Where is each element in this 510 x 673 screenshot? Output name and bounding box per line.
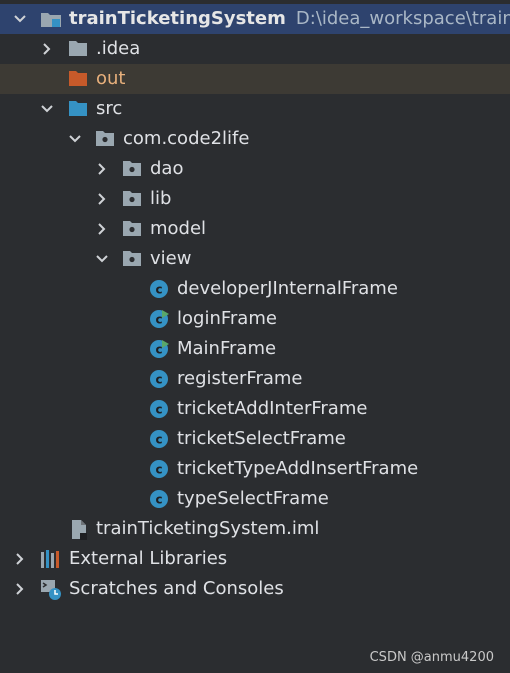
tree-row-dao[interactable]: dao xyxy=(0,154,510,184)
chevron-down-icon[interactable] xyxy=(67,124,83,154)
svg-text:c: c xyxy=(155,463,162,477)
chevron-right-icon[interactable] xyxy=(12,544,28,574)
tree-label-dao: dao xyxy=(150,158,184,179)
svg-text:c: c xyxy=(155,343,162,357)
tree-row-idea[interactable]: .idea xyxy=(0,34,510,64)
tree-row-class[interactable]: c typeSelectFrame xyxy=(0,484,510,514)
tree-row-class[interactable]: c tricketTypeAddInsertFrame xyxy=(0,454,510,484)
project-path: D:\idea_workspace\trainTick xyxy=(295,8,510,29)
tree-row-class[interactable]: c loginFrame xyxy=(0,304,510,334)
tree-row-out[interactable]: out xyxy=(0,64,510,94)
tree-row-package[interactable]: com.code2life xyxy=(0,124,510,154)
module-file-icon xyxy=(69,519,89,540)
chevron-right-icon[interactable] xyxy=(12,574,28,604)
class-icon: c xyxy=(149,489,169,509)
svg-text:c: c xyxy=(155,403,162,417)
tree-label-class: typeSelectFrame xyxy=(177,488,329,509)
watermark: CSDN @anmu4200 xyxy=(369,650,494,665)
svg-text:c: c xyxy=(155,433,162,447)
tree-row-class[interactable]: c developerJInternalFrame xyxy=(0,274,510,304)
tree-label-view: view xyxy=(150,248,192,269)
tree-row-scratches[interactable]: Scratches and Consoles xyxy=(0,574,510,604)
folder-icon xyxy=(68,39,88,59)
tree-label-class: registerFrame xyxy=(177,368,303,389)
tree-label-class: MainFrame xyxy=(177,338,277,359)
tree-row-class[interactable]: c MainFrame xyxy=(0,334,510,364)
source-folder-icon xyxy=(68,99,88,119)
project-folder-icon xyxy=(40,9,61,29)
svg-text:c: c xyxy=(155,313,162,327)
tree-row-view[interactable]: view xyxy=(0,244,510,274)
runnable-class-icon: c xyxy=(149,339,169,359)
tree-label-idea: .idea xyxy=(96,38,141,59)
chevron-down-icon[interactable] xyxy=(39,94,55,124)
class-icon: c xyxy=(149,369,169,389)
tree-row-iml[interactable]: trainTicketingSystem.iml xyxy=(0,514,510,544)
package-icon xyxy=(122,219,142,239)
runnable-class-icon: c xyxy=(149,309,169,329)
tree-label-lib: lib xyxy=(150,188,172,209)
tree-row-class[interactable]: c tricketAddInterFrame xyxy=(0,394,510,424)
tree-row-class[interactable]: c registerFrame xyxy=(0,364,510,394)
chevron-right-icon[interactable] xyxy=(94,184,110,214)
svg-text:c: c xyxy=(155,493,162,507)
chevron-down-icon[interactable] xyxy=(12,4,28,34)
excluded-folder-icon xyxy=(68,69,88,89)
tree-row-project-root[interactable]: trainTicketingSystem D:\idea_workspace\tr… xyxy=(0,4,510,34)
package-icon xyxy=(122,189,142,209)
tree-row-src[interactable]: src xyxy=(0,94,510,124)
tree-label-model: model xyxy=(150,218,207,239)
svg-text:c: c xyxy=(155,373,162,387)
tree-row-external-libraries[interactable]: External Libraries xyxy=(0,544,510,574)
tree-label-class: developerJInternalFrame xyxy=(177,278,398,299)
class-icon: c xyxy=(149,459,169,479)
tree-label-class: tricketSelectFrame xyxy=(177,428,346,449)
tree-label-external-libraries: External Libraries xyxy=(69,548,228,569)
package-icon xyxy=(122,249,142,269)
scratches-icon xyxy=(40,579,61,600)
class-icon: c xyxy=(149,279,169,299)
chevron-down-icon[interactable] xyxy=(94,244,110,274)
tree-row-model[interactable]: model xyxy=(0,214,510,244)
tree-label-package: com.code2life xyxy=(123,128,250,149)
package-icon xyxy=(95,129,115,149)
tree-label-scratches: Scratches and Consoles xyxy=(69,578,284,599)
class-icon: c xyxy=(149,429,169,449)
chevron-right-icon[interactable] xyxy=(39,34,55,64)
package-icon xyxy=(122,159,142,179)
project-name: trainTicketingSystem xyxy=(69,8,286,29)
tree-row-lib[interactable]: lib xyxy=(0,184,510,214)
tree-label-class: loginFrame xyxy=(177,308,277,329)
tree-label-class: tricketTypeAddInsertFrame xyxy=(177,458,419,479)
tree-label-class: tricketAddInterFrame xyxy=(177,398,368,419)
class-icon: c xyxy=(149,399,169,419)
chevron-right-icon[interactable] xyxy=(94,214,110,244)
tree-label-iml: trainTicketingSystem.iml xyxy=(96,518,320,539)
tree-label-out: out xyxy=(96,68,126,89)
project-tree: trainTicketingSystem D:\idea_workspace\tr… xyxy=(0,4,510,604)
tree-label-src: src xyxy=(96,98,123,119)
tree-row-class[interactable]: c tricketSelectFrame xyxy=(0,424,510,454)
svg-text:c: c xyxy=(155,283,162,297)
libraries-icon xyxy=(40,549,60,569)
chevron-right-icon[interactable] xyxy=(94,154,110,184)
